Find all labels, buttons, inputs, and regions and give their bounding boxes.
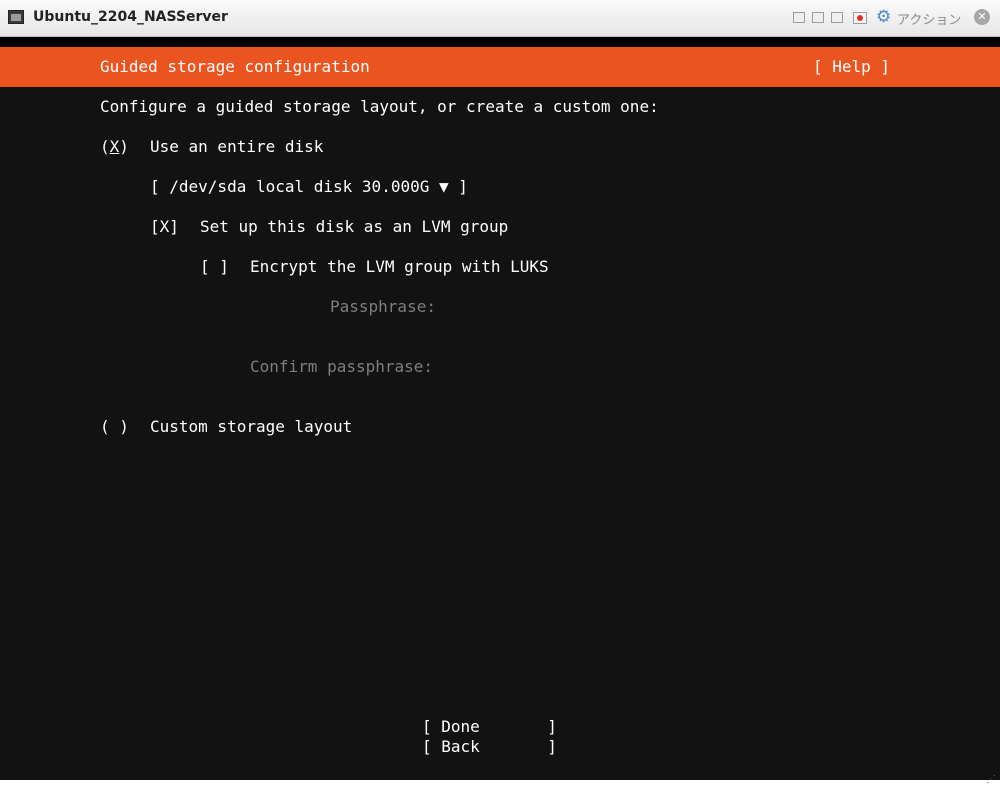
gear-icon[interactable]: ⚙ bbox=[876, 7, 891, 27]
layout-prompt: Configure a guided storage layout, or cr… bbox=[100, 97, 659, 116]
window-title: Ubuntu_2204_NASServer bbox=[33, 9, 228, 25]
entire-disk-label[interactable]: Use an entire disk bbox=[150, 137, 323, 157]
resize-grip-icon[interactable]: ⋰ bbox=[986, 775, 996, 785]
confirm-passphrase-label: Confirm passphrase: bbox=[250, 357, 434, 376]
snapshot-icon[interactable] bbox=[793, 12, 805, 23]
radio-close: ) bbox=[119, 137, 129, 156]
radio-mark: X bbox=[109, 137, 120, 156]
lvm-checkbox[interactable]: [X] bbox=[150, 217, 179, 237]
lvm-label[interactable]: Set up this disk as an LVM group bbox=[200, 217, 508, 237]
action-menu[interactable]: アクション bbox=[897, 9, 961, 28]
help-button[interactable]: [ Help ] bbox=[813, 57, 890, 77]
terminal-top-strip bbox=[0, 37, 1000, 47]
done-button[interactable]: [ Done ] bbox=[422, 717, 557, 737]
back-button[interactable]: [ Back ] bbox=[422, 737, 557, 757]
page-title: Guided storage configuration bbox=[100, 57, 370, 76]
encrypt-checkbox[interactable]: [ ] bbox=[200, 257, 229, 277]
maximize-icon[interactable] bbox=[831, 12, 843, 23]
record-icon[interactable] bbox=[853, 12, 867, 24]
custom-layout-label[interactable]: Custom storage layout bbox=[150, 417, 352, 437]
disk-select[interactable]: [ /dev/sda local disk 30.000G ▼ ] bbox=[150, 177, 468, 197]
radio-open: ( bbox=[100, 137, 110, 156]
entire-disk-radio[interactable]: (X) bbox=[100, 137, 129, 157]
encrypt-label[interactable]: Encrypt the LVM group with LUKS bbox=[250, 257, 549, 277]
window-title-bar: Ubuntu_2204_NASServer ⚙ アクション ✕ bbox=[0, 0, 1000, 37]
passphrase-label: Passphrase: bbox=[330, 297, 436, 316]
installer-terminal: Guided storage configuration [ Help ] Co… bbox=[0, 37, 1000, 777]
terminal-app-icon bbox=[8, 10, 24, 24]
restore-icon[interactable] bbox=[812, 12, 824, 23]
window-status-bar: ⋰ bbox=[0, 775, 1000, 787]
close-icon[interactable]: ✕ bbox=[974, 9, 990, 25]
custom-layout-radio[interactable]: ( ) bbox=[100, 417, 129, 437]
